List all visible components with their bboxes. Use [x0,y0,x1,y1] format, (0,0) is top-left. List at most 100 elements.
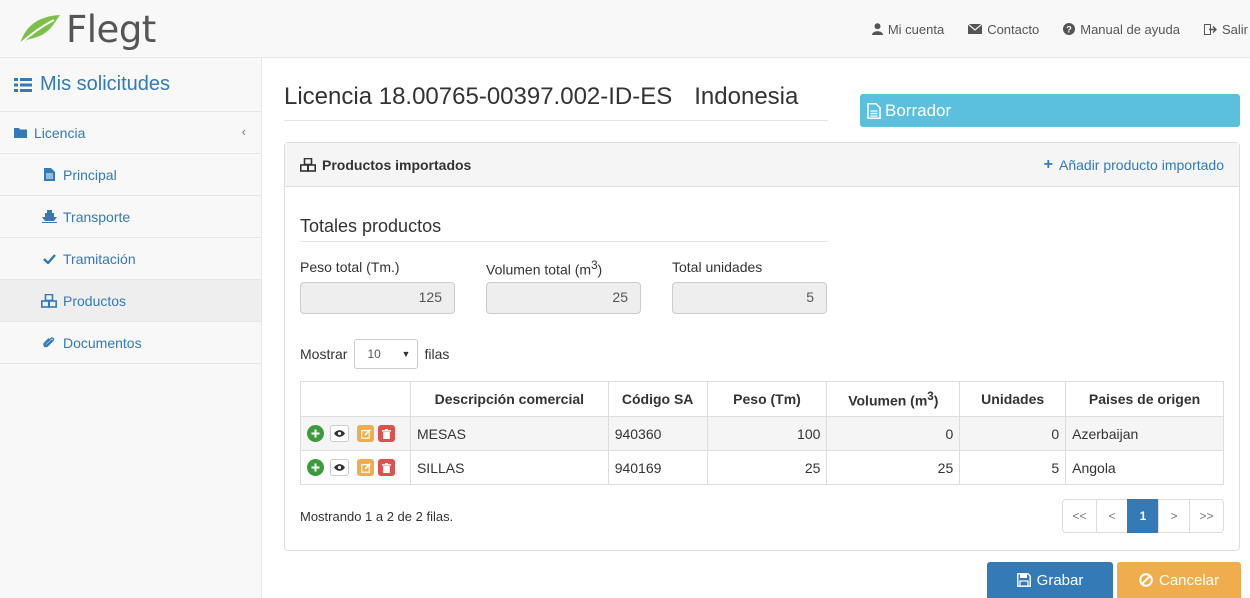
imported-products-panel: Productos importados + Añadir producto i… [284,142,1240,551]
contact-label: Contacto [987,21,1040,37]
table-row: SILLAS 940169 25 25 5 Angola [300,450,1224,485]
sidebar-item-documentos[interactable]: Documentos [0,322,261,364]
cell-units: 0 [959,416,1067,451]
plus-icon [311,463,320,472]
cubes-icon [300,157,316,172]
sidebar-item-label: Transporte [63,208,131,225]
sign-out-icon [1203,23,1217,35]
delete-row-button[interactable] [378,425,395,442]
add-row-button[interactable] [307,425,324,442]
code-column-header[interactable]: Código SA [607,381,708,417]
sidebar-item-tramitacion[interactable]: Tramitación [0,238,261,280]
add-imported-product-label: Añadir producto importado [1059,156,1224,173]
row-actions [300,416,411,451]
ban-icon [1139,573,1153,587]
app-logo[interactable]: Flegt [16,7,156,51]
total-weight-field: 125 [300,282,455,314]
cell-description: SILLAS [409,450,609,485]
user-icon [871,23,883,35]
description-column-header[interactable]: Descripción comercial [409,381,609,417]
sidebar-title[interactable]: Mis solicitudes [0,58,261,112]
eye-icon [334,430,345,437]
cell-volume: 25 [826,450,961,485]
view-row-button[interactable] [330,459,349,476]
next-page-button[interactable]: > [1158,499,1190,533]
help-manual-link[interactable]: ? Manual de ayuda [1051,22,1192,37]
total-volume-field: 25 [486,282,641,314]
panel-heading: Productos importados + Añadir producto i… [285,143,1239,187]
cancel-label: Cancelar [1158,571,1220,589]
actions-column-header [300,381,411,417]
totals-title: Totales productos [300,216,828,242]
edit-row-button[interactable] [357,459,374,476]
first-page-button[interactable]: << [1062,499,1097,533]
save-button[interactable]: Grabar [987,562,1113,598]
show-label: Mostrar [300,346,348,362]
my-account-link[interactable]: Mi cuenta [860,22,956,37]
logout-label: Salir [1221,21,1248,37]
cell-weight: 25 [706,450,828,485]
edit-row-button[interactable] [357,425,374,442]
chevron-left-icon: ‹ [241,124,246,139]
contact-link[interactable]: Contacto [956,22,1051,37]
countries-column-header[interactable]: Paises de origen [1065,381,1224,417]
envelope-icon [968,24,983,34]
total-units-field: 5 [672,282,827,314]
file-text-icon [867,102,881,119]
pagination-summary: Mostrando 1 a 2 de 2 filas. [300,509,454,524]
cancel-button[interactable]: Cancelar [1117,562,1241,598]
volume-label-suffix: ) [597,261,603,278]
status-label: Borrador [885,100,952,120]
file-icon [41,168,57,181]
table-header-row: Descripción comercial Código SA Peso (Tm… [300,381,1224,417]
units-column-header[interactable]: Unidades [959,381,1067,417]
add-imported-product-link[interactable]: + Añadir producto importado [1044,156,1224,174]
cell-weight: 100 [706,416,828,451]
cell-units: 5 [959,450,1067,485]
sidebar-item-productos[interactable]: Productos [0,280,261,322]
cell-code: 940360 [607,416,708,451]
sidebar: Mis solicitudes Licencia ‹ Principal Tra… [0,58,262,598]
my-account-label: Mi cuenta [887,21,945,37]
floppy-disk-icon [1016,573,1031,587]
sidebar-title-label: Mis solicitudes [40,73,171,95]
licence-title: Licencia 18.00765-00397.002-ID-ES [284,83,673,110]
sidebar-group-licencia[interactable]: Licencia ‹ [0,112,261,154]
svg-text:?: ? [1066,25,1072,35]
page-size-select[interactable]: 10 ▼ [354,339,419,369]
pagination: << < 1 > >> [1062,499,1224,533]
volume-column-header[interactable]: Volumen (m3) [826,381,961,417]
sidebar-item-label: Productos [63,292,127,309]
volume-label-prefix: Volumen total (m [486,261,592,278]
sidebar-item-principal[interactable]: Principal [0,154,261,196]
page-1-button[interactable]: 1 [1127,499,1159,533]
eye-icon [334,464,345,471]
list-icon [14,77,32,93]
cell-volume: 0 [826,416,961,451]
leaf-logo-icon [19,15,60,45]
cell-code: 940169 [607,450,708,485]
panel-title-label: Productos importados [322,156,472,173]
logout-link[interactable]: Salir [1192,22,1250,37]
edit-icon [360,462,371,473]
plus-icon: + [1043,155,1053,173]
total-volume-label: Volumen total (m3) [486,259,602,278]
sidebar-item-transporte[interactable]: Transporte [0,196,261,238]
cell-country: Angola [1065,450,1224,485]
last-page-button[interactable]: >> [1189,499,1224,533]
logo-text: Flegt [66,7,156,51]
weight-column-header[interactable]: Peso (Tm) [706,381,828,417]
top-navbar: Flegt Mi cuenta Contacto ? Manual de ayu… [0,0,1250,58]
delete-row-button[interactable] [378,459,395,476]
top-nav-links: Mi cuenta Contacto ? Manual de ayuda Sal… [860,0,1250,58]
view-row-button[interactable] [330,425,349,442]
products-table: Descripción comercial Código SA Peso (Tm… [300,381,1224,485]
row-actions [300,450,411,485]
paperclip-icon [41,336,57,349]
status-badge: Borrador [860,94,1240,127]
help-manual-label: Manual de ayuda [1080,21,1180,37]
prev-page-button[interactable]: < [1096,499,1128,533]
table-row: MESAS 940360 100 0 0 Azerbaijan [300,416,1224,451]
page-title: Licencia 18.00765-00397.002-ID-ES Indones… [284,83,828,121]
add-row-button[interactable] [307,459,324,476]
